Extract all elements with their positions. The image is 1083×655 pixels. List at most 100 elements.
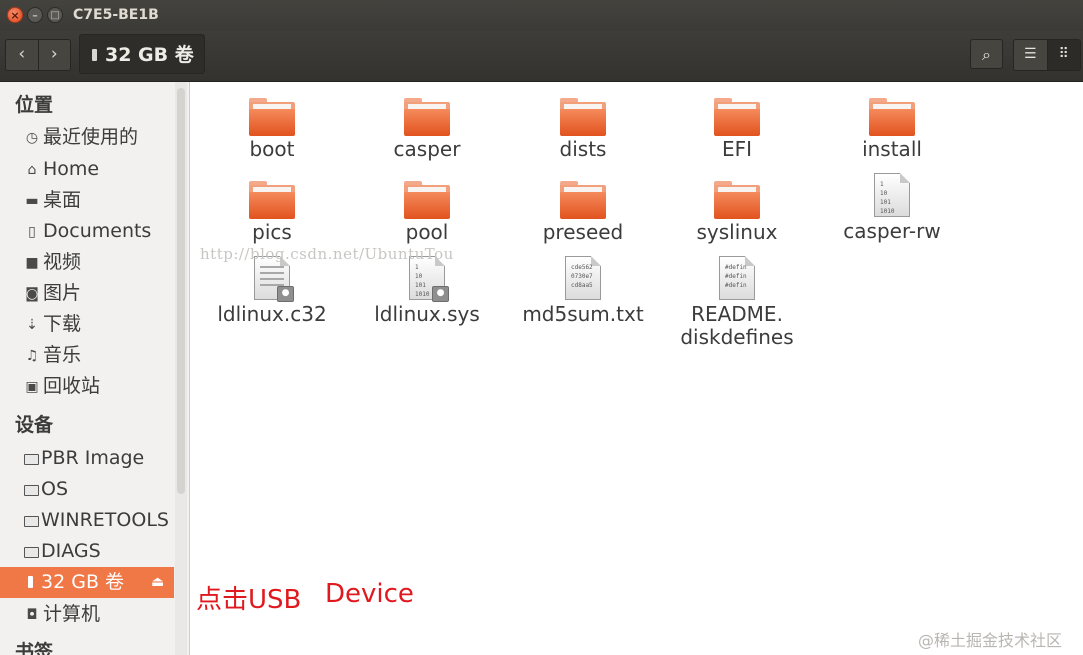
sidebar-item-home[interactable]: ⌂ Home (0, 154, 174, 185)
devices-heading: 设备 (15, 414, 54, 436)
lock-icon: ● (277, 286, 294, 302)
close-button[interactable]: × (7, 7, 23, 23)
scrollbar-thumb[interactable] (177, 88, 185, 494)
binary-file-icon: 1 10 101 1010 (874, 173, 910, 217)
sidebar-item-documents[interactable]: ▯ Documents (0, 216, 174, 247)
sidebar-item-label: 图片 (43, 282, 82, 304)
sidebar-item-diags[interactable]: DIAGS (0, 536, 174, 567)
file-item-ldlinux-c32[interactable]: ● ldlinux.c32 (197, 256, 347, 326)
title-bar: × – □ C7E5-BE1B (0, 0, 1083, 31)
folder-icon (560, 181, 606, 219)
minimize-button[interactable]: – (27, 7, 43, 23)
sidebar-item-recent[interactable]: ◷ 最近使用的 (0, 122, 174, 153)
drive-icon (24, 516, 39, 527)
places-heading: 位置 (15, 94, 54, 116)
sidebar-item-computer[interactable]: ◘ 计算机 (0, 599, 174, 630)
bookmarks-heading: 书签 (15, 641, 54, 655)
sidebar-item-label: Documents (43, 220, 152, 242)
file-name: pool (405, 220, 449, 244)
path-bar-button[interactable]: 32 GB 卷 (79, 34, 205, 74)
file-name: ldlinux.c32 (217, 302, 327, 326)
folder-icon (560, 98, 606, 136)
file-item-md5sum[interactable]: cde562 0730e7 cd8aa5 md5sum.txt (508, 256, 658, 326)
file-item-boot[interactable]: boot (197, 98, 347, 161)
sidebar-item-label: PBR Image (41, 447, 145, 469)
file-preview: cde562 0730e7 cd8aa5 (571, 264, 593, 289)
sidebar-item-pbr-image[interactable]: PBR Image (0, 443, 174, 474)
file-preview: 1 10 101 1010 (415, 264, 430, 298)
file-item-casper-rw[interactable]: 1 10 101 1010 casper-rw (817, 173, 967, 243)
sidebar-item-videos[interactable]: ■ 视频 (0, 247, 174, 278)
toolbar: ‹ › 32 GB 卷 ⌕ ☰ ⠿ (0, 31, 1083, 82)
file-preview: #defin #defin #defin (725, 264, 747, 289)
file-item-efi[interactable]: EFI (662, 98, 812, 161)
grid-view-icon: ⠿ (1058, 46, 1069, 62)
sidebar-item-label: 下载 (43, 313, 82, 335)
file-name: md5sum.txt (522, 302, 644, 326)
file-item-pics[interactable]: pics (197, 181, 347, 244)
sidebar-item-os[interactable]: OS (0, 474, 174, 505)
drive-icon (24, 485, 39, 496)
file-preview: 1 10 101 1010 (880, 181, 895, 215)
sidebar-item-label: 视频 (43, 251, 82, 273)
file-item-casper[interactable]: casper (352, 98, 502, 161)
sidebar-item-label: 音乐 (43, 344, 82, 366)
folder-icon (404, 98, 450, 136)
folder-icon (249, 181, 295, 219)
sidebar-item-label: 计算机 (43, 603, 101, 625)
lock-icon: ● (432, 286, 449, 302)
file-item-readme-diskdefines[interactable]: #defin #defin #defin README. diskdefines (662, 256, 812, 349)
file-name-line2: diskdefines (680, 325, 794, 349)
sidebar-item-winretools[interactable]: WINRETOOLS (0, 505, 174, 536)
file-item-syslinux[interactable]: syslinux (662, 181, 812, 244)
file-item-dists[interactable]: dists (508, 98, 658, 161)
file-name: preseed (542, 220, 624, 244)
forward-button[interactable]: › (37, 40, 71, 70)
sidebar-item-label: OS (41, 478, 69, 500)
back-button[interactable]: ‹ (6, 40, 38, 70)
sidebar-item-label: DIAGS (41, 540, 101, 562)
download-icon: ⇣ (26, 317, 38, 333)
sidebar-item-pictures[interactable]: ◙ 图片 (0, 278, 174, 309)
folder-icon (249, 98, 295, 136)
file-item-ldlinux-sys[interactable]: 1 10 101 1010 ● ldlinux.sys (352, 256, 502, 326)
window-title: C7E5-BE1B (73, 7, 159, 23)
sidebar-item-music[interactable]: ♫ 音乐 (0, 340, 174, 371)
file-item-install[interactable]: install (817, 98, 967, 161)
grid-view-button[interactable]: ⠿ (1046, 40, 1080, 70)
nav-button-group: ‹ › (5, 39, 71, 71)
eject-icon[interactable]: ⏏ (151, 567, 164, 598)
file-name: dists (559, 137, 607, 161)
sidebar-item-label: Home (43, 158, 100, 180)
music-icon: ♫ (25, 348, 39, 364)
sidebar-item-usb-volume[interactable]: 32 GB 卷 ⏏ (0, 567, 174, 598)
file-name: boot (249, 137, 295, 161)
sidebar-item-desktop[interactable]: ▬ 桌面 (0, 185, 174, 216)
path-label: 32 GB 卷 (105, 44, 194, 66)
file-name: install (862, 137, 922, 161)
folder-icon (404, 181, 450, 219)
folder-icon (869, 98, 915, 136)
file-name: pics (252, 220, 292, 244)
folder-icon (714, 98, 760, 136)
file-item-pool[interactable]: pool (352, 181, 502, 244)
list-view-button[interactable]: ☰ (1014, 40, 1047, 70)
usb-icon (92, 49, 97, 61)
search-button[interactable]: ⌕ (970, 39, 1003, 69)
sidebar-item-label: WINRETOOLS (41, 509, 169, 531)
sidebar-item-label: 32 GB 卷 (41, 571, 125, 593)
text-file-icon: #defin #defin #defin (719, 256, 755, 300)
sidebar-item-downloads[interactable]: ⇣ 下载 (0, 309, 174, 340)
search-icon: ⌕ (982, 45, 991, 64)
file-name: casper-rw (843, 219, 941, 243)
file-item-preseed[interactable]: preseed (508, 181, 658, 244)
text-file-icon: cde562 0730e7 cd8aa5 (565, 256, 601, 300)
folder-icon (714, 181, 760, 219)
video-icon: ■ (25, 255, 39, 271)
document-icon: ▯ (28, 224, 36, 240)
folder-icon: ▬ (25, 193, 39, 209)
maximize-button[interactable]: □ (47, 7, 63, 23)
sidebar-scrollbar[interactable] (175, 82, 187, 655)
sidebar-item-trash[interactable]: ▣ 回收站 (0, 371, 174, 402)
clock-icon: ◷ (25, 130, 39, 146)
